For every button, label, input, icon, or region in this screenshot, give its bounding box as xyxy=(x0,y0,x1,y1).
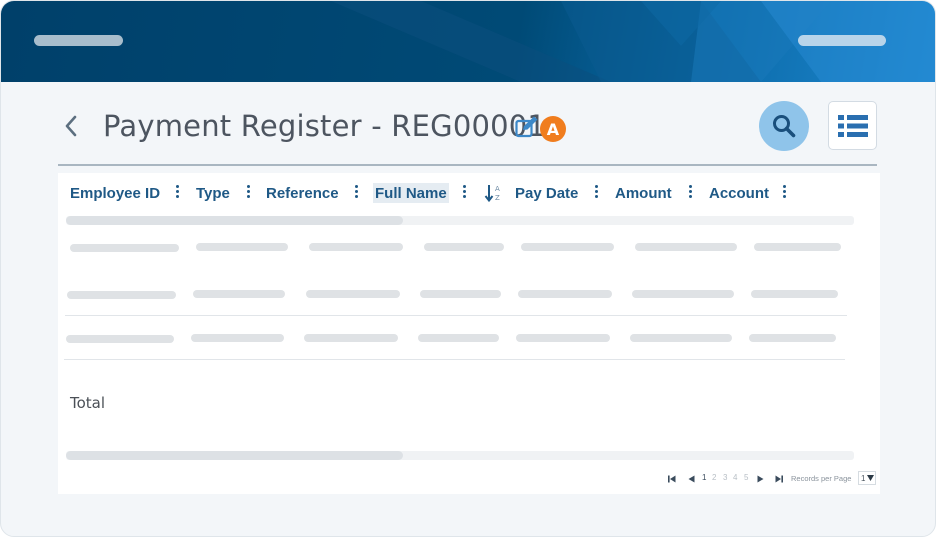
last-page-icon[interactable] xyxy=(775,475,783,483)
scrollbar-thumb[interactable] xyxy=(66,216,403,225)
page-number[interactable]: 1 xyxy=(702,473,706,482)
cell-placeholder xyxy=(191,334,284,342)
cell-placeholder xyxy=(424,243,504,251)
cell-placeholder xyxy=(306,290,400,298)
page-number[interactable]: 2 xyxy=(712,473,716,482)
data-grid: Employee ID Type Reference Full Name A Z… xyxy=(58,173,880,494)
banner-placeholder-left xyxy=(34,35,123,46)
svg-text:A: A xyxy=(495,185,500,193)
dropdown-caret-icon xyxy=(867,475,875,481)
column-menu-icon[interactable] xyxy=(353,185,359,201)
column-header-full-name[interactable]: Full Name xyxy=(373,183,449,203)
cell-placeholder xyxy=(309,243,403,251)
column-menu-icon[interactable] xyxy=(687,185,693,201)
cell-placeholder xyxy=(67,291,176,299)
page-number[interactable]: 3 xyxy=(723,473,727,482)
page-title: Payment Register - REG00001 xyxy=(103,109,547,143)
cell-placeholder xyxy=(751,290,838,298)
next-page-icon[interactable] xyxy=(757,475,764,483)
banner-placeholder-right xyxy=(798,35,886,46)
cell-placeholder xyxy=(420,290,501,298)
back-button[interactable] xyxy=(59,113,83,139)
cell-placeholder xyxy=(635,243,737,251)
list-view-button[interactable] xyxy=(828,101,877,150)
column-header-employee-id[interactable]: Employee ID xyxy=(70,183,160,203)
scrollbar-thumb[interactable] xyxy=(66,451,403,460)
edit-icon xyxy=(515,116,538,138)
search-icon xyxy=(773,115,796,138)
records-per-page-value: 1 xyxy=(861,473,866,483)
records-per-page-select[interactable]: 1 xyxy=(858,471,876,485)
sort-ascending-icon[interactable]: A Z xyxy=(484,183,504,203)
column-menu-icon[interactable] xyxy=(781,185,787,201)
horizontal-scrollbar[interactable] xyxy=(66,451,854,460)
cell-placeholder xyxy=(304,334,398,342)
column-header-pay-date[interactable]: Pay Date xyxy=(515,183,578,203)
records-per-page-label: Records per Page xyxy=(791,474,852,483)
svg-text:Z: Z xyxy=(495,194,500,202)
edit-button[interactable] xyxy=(515,116,539,138)
column-menu-icon[interactable] xyxy=(461,185,467,201)
first-page-icon[interactable] xyxy=(668,475,676,483)
column-header-amount[interactable]: Amount xyxy=(615,183,672,203)
horizontal-scrollbar[interactable] xyxy=(66,216,854,225)
cell-placeholder xyxy=(630,334,732,342)
app-window: Payment Register - REG00001 A Employee I… xyxy=(0,0,936,537)
column-menu-icon[interactable] xyxy=(593,185,599,201)
cell-placeholder xyxy=(66,335,174,343)
column-header-reference[interactable]: Reference xyxy=(266,183,339,203)
top-banner xyxy=(1,1,935,82)
column-menu-icon[interactable] xyxy=(174,185,180,201)
cell-placeholder xyxy=(418,334,499,342)
total-label: Total xyxy=(70,394,106,412)
status-badge: A xyxy=(540,116,566,142)
title-divider xyxy=(58,164,877,166)
column-header-type[interactable]: Type xyxy=(196,183,230,203)
back-chevron-icon xyxy=(65,115,77,137)
banner-pattern xyxy=(331,1,935,82)
page-number[interactable]: 5 xyxy=(744,473,748,482)
search-button[interactable] xyxy=(759,101,809,151)
row-divider xyxy=(65,315,847,316)
cell-placeholder xyxy=(516,334,610,342)
previous-page-icon[interactable] xyxy=(688,475,695,483)
column-menu-icon[interactable] xyxy=(245,185,251,201)
cell-placeholder xyxy=(754,243,841,251)
cell-placeholder xyxy=(749,334,836,342)
cell-placeholder xyxy=(70,244,179,252)
cell-placeholder xyxy=(196,243,288,251)
cell-placeholder xyxy=(632,290,734,298)
cell-placeholder xyxy=(521,243,614,251)
row-divider xyxy=(64,359,845,360)
cell-placeholder xyxy=(518,290,612,298)
list-view-icon xyxy=(837,114,868,137)
column-header-account[interactable]: Account xyxy=(709,183,769,203)
cell-placeholder xyxy=(193,290,285,298)
page-number[interactable]: 4 xyxy=(733,473,737,482)
